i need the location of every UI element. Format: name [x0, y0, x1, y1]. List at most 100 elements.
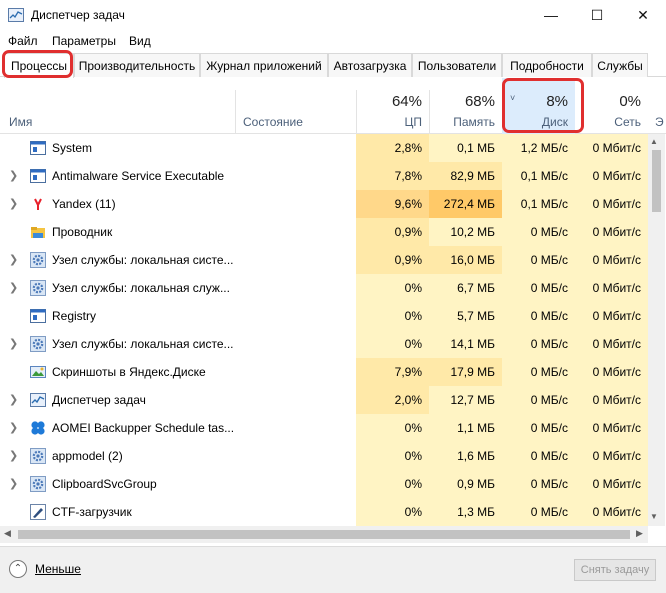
expand-chevron-icon[interactable]: ❯	[9, 393, 18, 406]
process-name: Yandex (11)	[52, 197, 116, 211]
scroll-up-arrow-icon[interactable]: ▲	[650, 137, 658, 146]
tab-performance[interactable]: Производительность	[74, 53, 200, 77]
maximize-button[interactable]: ☐	[574, 0, 620, 30]
column-disk[interactable]: ˅ 8% Диск	[502, 78, 575, 134]
tab-app-history[interactable]: Журнал приложений	[200, 53, 328, 77]
process-network: 0 Мбит/с	[575, 386, 648, 414]
tab-services[interactable]: Службы	[592, 53, 648, 77]
scroll-left-arrow-icon[interactable]: ◀	[4, 528, 11, 539]
process-row[interactable]: CTF-загрузчик 0% 1,3 МБ 0 МБ/с 0 Мбит/с	[0, 498, 648, 526]
process-row[interactable]: ❯ Диспетчер задач 2,0% 12,7 МБ 0 МБ/с 0 Мбит/…	[0, 386, 648, 414]
process-row[interactable]: ❯ Узел службы: локальная служ... 0% 6,7 МБ 0…	[0, 274, 648, 302]
menu-view[interactable]: Вид	[129, 34, 151, 48]
process-network: 0 Мбит/с	[575, 274, 648, 302]
expand-chevron-icon[interactable]: ❯	[9, 169, 18, 182]
process-network: 0 Мбит/с	[575, 330, 648, 358]
process-row[interactable]: ❯ Yandex (11) 9,6% 272,4 МБ 0,1 МБ/с 0 Мбит/с	[0, 190, 648, 218]
process-row[interactable]: ❯ Узел службы: локальная систе... 0,9% 16,0…	[0, 246, 648, 274]
process-cpu: 0%	[356, 414, 429, 442]
process-disk: 0 МБ/с	[502, 470, 575, 498]
close-button[interactable]: ✕	[620, 0, 666, 30]
process-memory: 14,1 МБ	[429, 330, 502, 358]
system-window-icon	[30, 308, 46, 324]
column-name[interactable]: Имя	[0, 78, 235, 134]
column-status[interactable]: Состояние	[236, 78, 356, 134]
process-cpu: 0%	[356, 498, 429, 526]
vertical-scroll-thumb[interactable]	[652, 150, 661, 212]
tab-users[interactable]: Пользователи	[412, 53, 502, 77]
process-row[interactable]: ❯ AOMEI Backupper Schedule tas... 0% 1,1 МБ…	[0, 414, 648, 442]
expand-chevron-icon[interactable]: ❯	[9, 421, 18, 434]
service-gear-icon	[30, 448, 46, 464]
menu-options[interactable]: Параметры	[52, 34, 116, 48]
network-column-label: Сеть	[614, 115, 641, 129]
process-name: Скриншоты в Яндекс.Диске	[52, 365, 206, 379]
expand-chevron-icon[interactable]: ❯	[9, 449, 18, 462]
system-window-icon	[30, 140, 46, 156]
expand-chevron-icon[interactable]: ❯	[9, 281, 18, 294]
process-network: 0 Мбит/с	[575, 358, 648, 386]
scroll-right-arrow-icon[interactable]: ▶	[636, 528, 643, 539]
process-memory: 12,7 МБ	[429, 386, 502, 414]
disk-column-label: Диск	[541, 115, 568, 129]
process-row[interactable]: Registry 0% 5,7 МБ 0 МБ/с 0 Мбит/с	[0, 302, 648, 330]
collapse-chevron-up-icon[interactable]: ⌃	[9, 560, 27, 578]
process-network: 0 Мбит/с	[575, 246, 648, 274]
process-network: 0 Мбит/с	[575, 498, 648, 526]
process-row[interactable]: ❯ Узел службы: локальная систе... 0% 14,1 М…	[0, 330, 648, 358]
yandex-browser-icon	[30, 196, 46, 212]
service-gear-icon	[30, 476, 46, 492]
process-network: 0 Мбит/с	[575, 162, 648, 190]
column-energy-cut[interactable]: Э	[648, 78, 666, 134]
process-row[interactable]: ❯ Antimalware Service Executable 7,8% 82,9 …	[0, 162, 648, 190]
process-cpu: 0%	[356, 330, 429, 358]
column-memory[interactable]: 68% Память	[429, 78, 502, 134]
process-memory: 6,7 МБ	[429, 274, 502, 302]
process-cpu: 0%	[356, 302, 429, 330]
end-task-button[interactable]: Снять задачу	[574, 559, 656, 581]
task-manager-app-icon	[8, 8, 24, 22]
column-status-label: Состояние	[243, 115, 303, 129]
process-row[interactable]: Проводник 0,9% 10,2 МБ 0 МБ/с 0 Мбит/с	[0, 218, 648, 246]
tab-processes[interactable]: Процессы	[4, 53, 74, 78]
column-cpu[interactable]: 64% ЦП	[356, 78, 429, 134]
column-network[interactable]: 0% Сеть	[575, 78, 648, 134]
process-row[interactable]: System 2,8% 0,1 МБ 1,2 МБ/с 0 Мбит/с	[0, 134, 648, 162]
expand-chevron-icon[interactable]: ❯	[9, 253, 18, 266]
process-cpu: 0%	[356, 470, 429, 498]
scroll-down-arrow-icon[interactable]: ▼	[650, 512, 658, 521]
minimize-button[interactable]: —	[528, 0, 574, 30]
expand-chevron-icon[interactable]: ❯	[9, 337, 18, 350]
process-disk: 0 МБ/с	[502, 274, 575, 302]
process-network: 0 Мбит/с	[575, 442, 648, 470]
process-cpu: 0,9%	[356, 246, 429, 274]
process-row[interactable]: ❯ appmodel (2) 0% 1,6 МБ 0 МБ/с 0 Мбит/с	[0, 442, 648, 470]
process-network: 0 Мбит/с	[575, 134, 648, 162]
process-name: Диспетчер задач	[52, 393, 146, 407]
process-row[interactable]: Скриншоты в Яндекс.Диске 7,9% 17,9 МБ 0 МБ/…	[0, 358, 648, 386]
process-row[interactable]: ❯ ClipboardSvcGroup 0% 0,9 МБ 0 МБ/с 0 Мбит/с	[0, 470, 648, 498]
expand-chevron-icon[interactable]: ❯	[9, 477, 18, 490]
process-disk: 0 МБ/с	[502, 358, 575, 386]
menu-file[interactable]: Файл	[8, 34, 38, 48]
window-title: Диспетчер задач	[31, 8, 125, 22]
process-network: 0 Мбит/с	[575, 414, 648, 442]
process-cpu: 2,8%	[356, 134, 429, 162]
expand-chevron-icon[interactable]: ❯	[9, 197, 18, 210]
process-cpu: 7,9%	[356, 358, 429, 386]
tab-startup[interactable]: Автозагрузка	[328, 53, 412, 77]
process-memory: 0,9 МБ	[429, 470, 502, 498]
tab-details[interactable]: Подробности	[502, 53, 592, 77]
process-name: System	[52, 141, 93, 155]
horizontal-scroll-thumb[interactable]	[18, 530, 630, 539]
process-disk: 0 МБ/с	[502, 442, 575, 470]
process-network: 0 Мбит/с	[575, 190, 648, 218]
cpu-column-label: ЦП	[404, 115, 422, 129]
ctf-pen-icon	[30, 504, 46, 520]
process-memory: 0,1 МБ	[429, 134, 502, 162]
fewer-details-link[interactable]: Меньше	[35, 562, 81, 576]
process-disk: 0 МБ/с	[502, 218, 575, 246]
sort-descending-icon: ˅	[510, 93, 516, 103]
column-energy-label-cut: Э	[655, 115, 664, 129]
process-list[interactable]: System 2,8% 0,1 МБ 1,2 МБ/с 0 Мбит/с ❯ Antimal…	[0, 134, 648, 526]
